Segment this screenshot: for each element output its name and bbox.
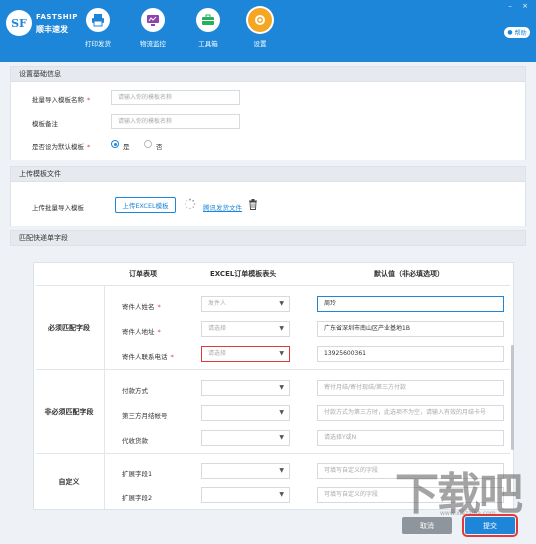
select-sender-name[interactable]: 发件人 ▼ (201, 296, 290, 312)
printer-icon (86, 8, 110, 32)
nav-label: 工具箱 (198, 40, 218, 48)
template-name-input[interactable]: 请输入你的模板名称 (111, 90, 240, 105)
template-name-label: 批量导入模板名称 * (32, 96, 91, 104)
scrollbar[interactable] (511, 345, 514, 450)
template-remark-label: 模板备注 (32, 120, 58, 128)
field-label-ext2: 扩展字段2 (122, 494, 153, 502)
default-cod[interactable]: 请选择Y或N (317, 430, 504, 446)
chevron-down-icon: ▼ (279, 325, 284, 332)
divider (104, 285, 105, 509)
brand-name-cn: 顺丰速发 (36, 25, 68, 34)
radio-no-label: 否 (156, 143, 163, 151)
select-sender-addr[interactable]: 请选择 ▼ (201, 321, 290, 337)
section-upload (10, 182, 526, 226)
field-label-pay: 付款方式 (122, 387, 148, 395)
chevron-down-icon: ▼ (279, 350, 284, 357)
chevron-down-icon: ▼ (279, 384, 284, 391)
default-template-label: 是否设为默认模板 * (32, 143, 91, 151)
select-third-acct[interactable]: ▼ (201, 405, 290, 421)
select-sender-phone[interactable]: 请选择 ▼ (201, 346, 290, 362)
cancel-button[interactable]: 取消 (402, 517, 452, 534)
tencent-ship-file-link[interactable]: 腾讯发货文件 (203, 202, 242, 212)
help-button[interactable]: ● 帮助 (504, 27, 530, 38)
nav-print-ship[interactable]: 打印发货 (72, 8, 124, 48)
chevron-down-icon: ▼ (279, 467, 284, 474)
field-label-ext1: 扩展字段1 (122, 470, 153, 478)
default-sender-name[interactable]: 周玲 (317, 296, 504, 312)
submit-button[interactable]: 提交 (462, 514, 518, 537)
upload-excel-button[interactable]: 上传EXCEL模板 (115, 197, 176, 213)
nav-toolbox[interactable]: 工具箱 (182, 8, 234, 48)
field-label-sender-addr: 寄件人地址 * (122, 328, 161, 336)
section-upload-header: 上传模板文件 (10, 166, 526, 182)
section-basic-info-header: 设置基础信息 (10, 66, 526, 82)
monitor-icon (141, 8, 165, 32)
select-ext1[interactable]: ▼ (201, 463, 290, 479)
col-excel-header: EXCEL订单模板表头 (210, 270, 277, 278)
top-nav-bar: SF FASTSHIP 顺丰速发 打印发货 物流监控 工具箱 设置 – × ● … (0, 0, 536, 62)
nav-label: 打印发货 (85, 40, 111, 48)
trash-icon[interactable] (248, 199, 258, 210)
select-pay[interactable]: ▼ (201, 380, 290, 396)
radio-yes-label: 是 (123, 143, 130, 151)
upload-label: 上传批量导入模板 (32, 204, 84, 212)
radio-yes[interactable] (111, 140, 119, 148)
default-pay[interactable]: 寄付月结/寄付现结/第三方付款 (317, 380, 504, 396)
select-cod[interactable]: ▼ (201, 430, 290, 446)
divider (36, 453, 510, 454)
watermark-url: www.xiazaiba.com (440, 510, 496, 517)
chevron-down-icon: ▼ (279, 434, 284, 441)
chevron-down-icon: ▼ (279, 300, 284, 307)
default-sender-addr[interactable]: 广东省深圳市南山区产业基地1B (317, 321, 504, 337)
divider (36, 285, 510, 286)
field-label-sender-phone: 寄件人联系电话 * (122, 353, 174, 361)
select-ext2[interactable]: ▼ (201, 487, 290, 503)
col-order-items: 订单表项 (129, 270, 157, 278)
sf-logo: SF (6, 10, 32, 36)
group-custom: 自定义 (58, 478, 80, 486)
default-third-acct[interactable]: 付款方式为第三方时，此选项不为空，请输入有效的月结卡号 (317, 405, 504, 421)
nav-settings[interactable]: 设置 (234, 8, 286, 48)
loading-spinner-icon (184, 198, 196, 210)
section-mapping-header: 匹配快递单字段 (10, 230, 526, 246)
chevron-down-icon: ▼ (279, 409, 284, 416)
field-label-cod: 代收货款 (122, 437, 148, 445)
toolbox-icon (196, 8, 220, 32)
default-sender-phone[interactable]: 13925600361 (317, 346, 504, 362)
help-icon: ● (507, 29, 513, 36)
window-controls[interactable]: – × (508, 2, 532, 10)
divider (36, 369, 510, 370)
nav-label: 物流监控 (140, 40, 166, 48)
col-default-value: 默认值（非必填选项） (374, 270, 444, 278)
nav-logistics-monitor[interactable]: 物流监控 (127, 8, 179, 48)
app-window: SF FASTSHIP 顺丰速发 打印发货 物流监控 工具箱 设置 – × ● … (0, 0, 536, 544)
field-label-third-acct: 第三方月结帐号 (122, 412, 168, 420)
group-optional: 非必须匹配字段 (44, 408, 94, 416)
nav-label: 设置 (253, 40, 267, 48)
group-required: 必须匹配字段 (48, 324, 90, 332)
help-label: 帮助 (514, 30, 527, 37)
template-remark-input[interactable]: 请输入你的模板名称 (111, 114, 240, 129)
gear-icon (248, 8, 272, 32)
radio-no[interactable] (144, 140, 152, 148)
field-label-sender-name: 寄件人姓名 * (122, 303, 161, 311)
chevron-down-icon: ▼ (279, 491, 284, 498)
